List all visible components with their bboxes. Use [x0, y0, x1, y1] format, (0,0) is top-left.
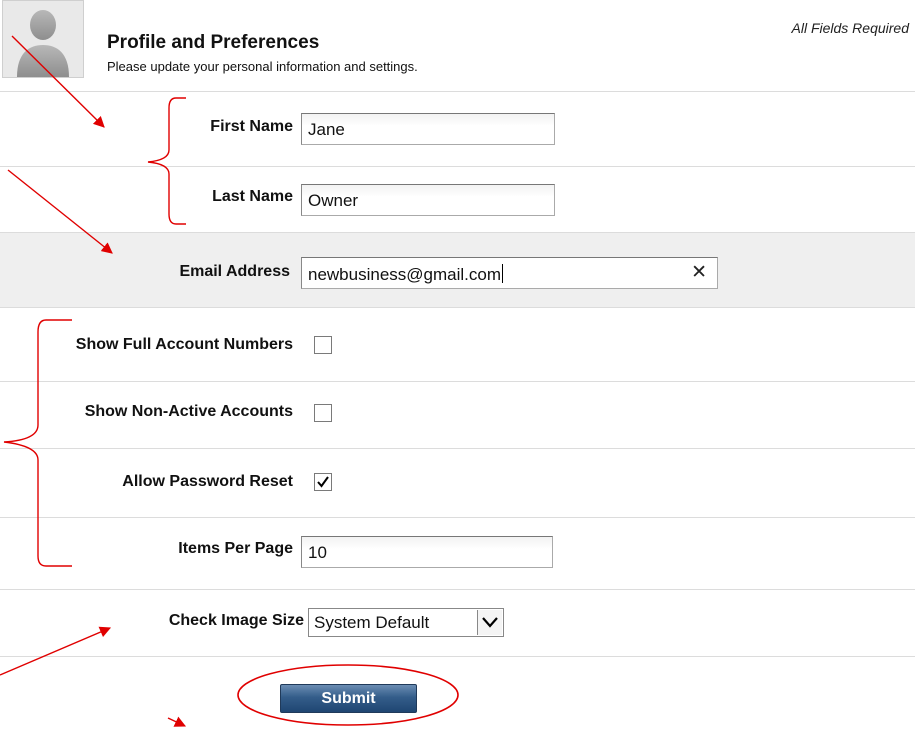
check-image-size-select[interactable]: System Default — [308, 608, 504, 637]
items-per-page-value: 10 — [308, 543, 327, 562]
row-divider — [0, 166, 915, 167]
avatar — [2, 0, 84, 78]
submit-button[interactable]: Submit — [280, 684, 417, 713]
row-divider — [0, 307, 915, 308]
row-divider — [0, 589, 915, 590]
text-cursor — [502, 264, 504, 283]
close-icon[interactable]: ✕ — [691, 263, 707, 283]
page-title: Profile and Preferences — [107, 32, 320, 53]
items-per-page-input[interactable]: 10 — [301, 536, 553, 568]
first-name-input[interactable]: Jane — [301, 113, 555, 145]
last-name-label: Last Name — [212, 188, 293, 205]
row-divider — [0, 448, 915, 449]
allow-password-reset-label: Allow Password Reset — [122, 473, 293, 490]
check-image-size-label: Check Image Size — [168, 612, 304, 629]
email-address-input[interactable]: newbusiness@gmail.com ✕ — [301, 257, 718, 289]
email-address-value: newbusiness@gmail.com — [308, 265, 502, 284]
last-name-value: Owner — [308, 191, 359, 210]
row-divider — [0, 381, 915, 382]
annotation-arrow — [167, 716, 187, 727]
row-divider — [0, 656, 915, 657]
items-per-page-label: Items Per Page — [178, 540, 293, 557]
person-silhouette-icon — [17, 10, 69, 77]
check-image-size-value: System Default — [314, 613, 430, 632]
annotation-arrow — [0, 626, 112, 676]
checkmark-icon — [317, 476, 329, 488]
show-non-active-accounts-label: Show Non-Active Accounts — [84, 403, 293, 420]
select-arrow[interactable] — [477, 610, 502, 635]
annotation-brace — [147, 97, 186, 225]
chevron-down-icon — [482, 617, 498, 628]
required-fields-note: All Fields Required — [791, 20, 910, 36]
first-name-value: Jane — [308, 120, 345, 139]
email-address-label: Email Address — [179, 263, 290, 280]
show-non-active-accounts-checkbox[interactable] — [314, 404, 332, 422]
page-subtitle: Please update your personal information … — [107, 59, 418, 74]
row-divider — [0, 91, 915, 92]
show-full-account-numbers-label: Show Full Account Numbers — [75, 336, 293, 353]
show-full-account-numbers-checkbox[interactable] — [314, 336, 332, 354]
annotation-brace — [3, 319, 72, 567]
allow-password-reset-checkbox[interactable] — [314, 473, 332, 491]
last-name-input[interactable]: Owner — [301, 184, 555, 216]
row-divider — [0, 517, 915, 518]
first-name-label: First Name — [210, 118, 293, 135]
